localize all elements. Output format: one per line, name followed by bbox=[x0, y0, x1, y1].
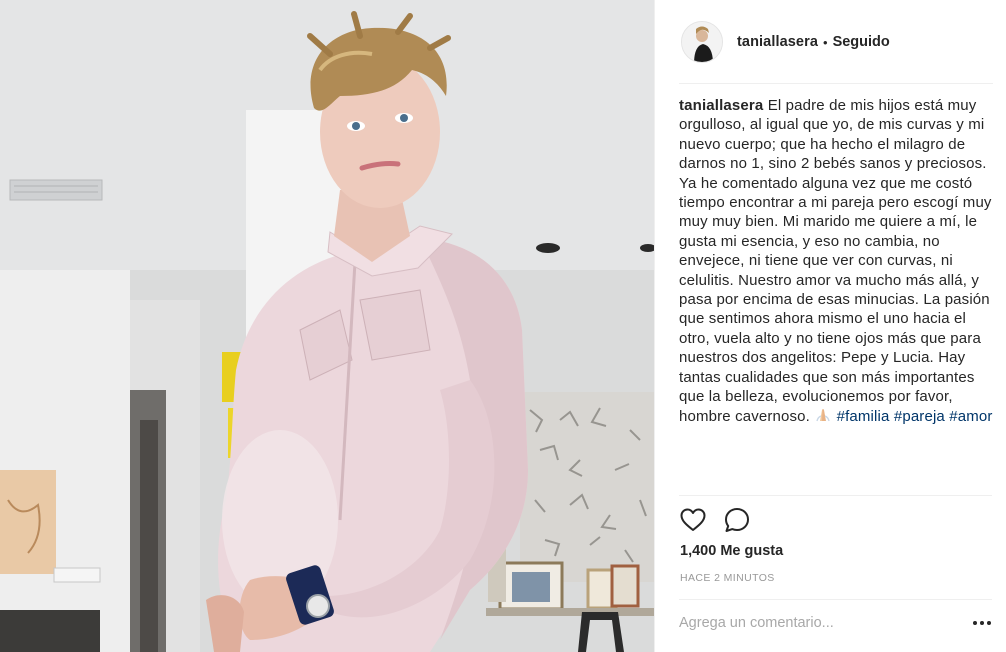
more-options-icon[interactable] bbox=[972, 612, 992, 634]
likes-count[interactable]: 1,400 Me gusta bbox=[680, 543, 783, 559]
hashtag-amor[interactable]: #amor bbox=[949, 408, 992, 425]
caption-username[interactable]: taniallasera bbox=[679, 97, 763, 114]
action-bar bbox=[679, 506, 751, 534]
avatar[interactable] bbox=[681, 21, 723, 63]
hashtag-familia[interactable]: #familia bbox=[837, 408, 890, 425]
hashtag-pareja[interactable]: #pareja bbox=[894, 408, 945, 425]
post-photo[interactable] bbox=[0, 0, 654, 652]
follow-button[interactable]: Seguido bbox=[833, 34, 890, 50]
praying-hands-icon bbox=[814, 408, 832, 422]
post-header: taniallasera • Seguido bbox=[655, 0, 1006, 84]
post-side-panel: taniallasera • Seguido taniallasera El p… bbox=[654, 0, 1006, 652]
separator-dot: • bbox=[823, 34, 828, 50]
instagram-post: taniallasera • Seguido taniallasera El p… bbox=[0, 0, 1006, 652]
comment-bubble-icon[interactable] bbox=[723, 506, 751, 534]
actions-divider bbox=[679, 495, 992, 496]
post-caption: taniallasera El padre de mis hijos está … bbox=[679, 96, 1001, 426]
avatar-image bbox=[682, 22, 722, 62]
post-timestamp[interactable]: HACE 2 MINUTOS bbox=[680, 572, 775, 584]
photo-illustration bbox=[0, 0, 654, 652]
caption-text: El padre de mis hijos está muy orgulloso… bbox=[679, 97, 992, 425]
heart-icon[interactable] bbox=[679, 506, 707, 534]
comment-input[interactable] bbox=[679, 612, 969, 634]
author-username[interactable]: taniallasera bbox=[737, 34, 818, 50]
comment-divider bbox=[679, 599, 992, 600]
